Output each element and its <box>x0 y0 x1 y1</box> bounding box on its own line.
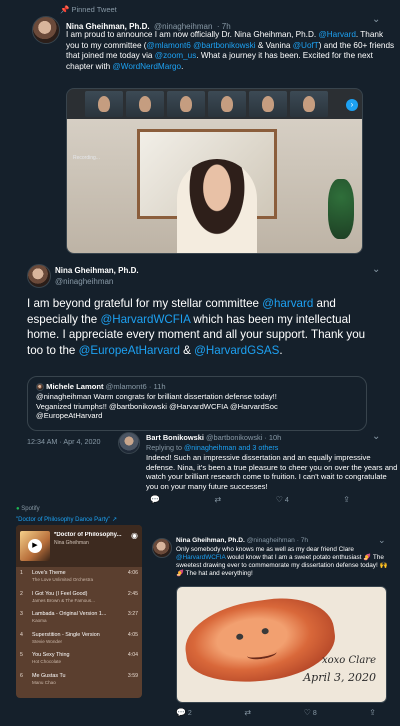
avatar[interactable] <box>152 538 172 558</box>
author-name[interactable]: Nina Gheihman, Ph.D. <box>55 266 139 275</box>
participant-thumb <box>208 91 246 117</box>
tweet-header: Nina Gheihman, Ph.D. @ninagheihman · 7h <box>176 537 308 544</box>
share-icon[interactable]: ⇪ <box>343 495 350 504</box>
quoted-author-name: Michele Lamont <box>46 382 104 391</box>
mention-link[interactable]: @HarvardWCFIA <box>100 313 190 326</box>
mention-link[interactable]: @EuropeAtHarvard <box>79 344 180 357</box>
author-handle[interactable]: @ninagheihman <box>55 277 113 286</box>
reply-count: 2 <box>187 710 192 717</box>
playlist-header: ▶ *Doctor of Philosophy... Nina Gheihman… <box>16 525 142 567</box>
avatar[interactable] <box>32 16 60 44</box>
mention-link[interactable]: @zoom_us <box>155 51 197 60</box>
tweet-timestamp[interactable]: 12:34 AM · Apr 4, 2020 <box>27 437 101 446</box>
drawing-date: April 3, 2020 <box>303 671 376 684</box>
like-button[interactable]: ♡ 4 <box>276 495 289 504</box>
mention-link[interactable]: @harvard <box>262 297 313 310</box>
spotify-icon: ● <box>16 506 20 512</box>
tweet-text: Indeed! Such an impressive dissertation … <box>146 453 398 491</box>
participant-thumb <box>126 91 164 117</box>
video-media[interactable]: › Recording... <box>66 88 363 254</box>
mention-link[interactable]: @WordNerdMargo <box>112 62 181 71</box>
plant-background <box>328 179 354 239</box>
quoted-line: Veganized triumphs!! @bartbonikowski @Ha… <box>36 401 278 411</box>
quoted-tweet[interactable]: Michele Lamont @mlamont6 · 11h @ninaghei… <box>27 376 367 431</box>
participant-thumb <box>85 91 123 117</box>
reply-icon[interactable]: 💬 <box>150 495 160 504</box>
reply-header: Bart Bonikowski @bartbonikowski · 10h <box>146 433 281 442</box>
speaker-person <box>177 159 257 253</box>
spotify-logo-icon: ◉ <box>131 531 138 540</box>
like-count: 4 <box>284 497 289 504</box>
playlist-title: *Doctor of Philosophy... <box>54 532 122 538</box>
replying-to: Replying to @ninagheihman and 3 others <box>146 443 279 452</box>
tweet-actions: 💬 ⇄ ♡ 4 ⇪ <box>150 495 350 504</box>
heart-icon: ♡ <box>303 708 311 717</box>
more-options-icon[interactable]: ⌄ <box>378 535 386 546</box>
mention-link[interactable]: @UofT <box>293 41 319 50</box>
reply-button[interactable]: 💬 2 <box>176 708 192 717</box>
track-row[interactable]: 3 Lambada - Original Version 1... Kaoma 3… <box>16 608 142 629</box>
track-list: 1 Love's Theme The Love Unlimited Orchest… <box>16 567 142 690</box>
play-icon[interactable]: ▶ <box>28 539 42 553</box>
heart-icon: ♡ <box>275 495 283 504</box>
speaker-view: Recording... <box>67 119 362 253</box>
quoted-time: · 11h <box>148 382 166 391</box>
mention-link[interactable]: @HarvardWCFIA <box>176 554 225 561</box>
mention-link[interactable]: @HarvardGSAS <box>194 344 279 357</box>
author-handle[interactable]: @ninagheihman <box>247 537 295 544</box>
author-name[interactable]: Bart Bonikowski <box>146 433 204 442</box>
avatar[interactable] <box>27 264 51 288</box>
pin-icon: 📌 <box>60 5 70 14</box>
retweet-icon[interactable]: ⇄ <box>244 708 251 717</box>
track-row[interactable]: 4 Superstition - Single Version Stevie Wo… <box>16 629 142 650</box>
spotify-card[interactable]: ▶ *Doctor of Philosophy... Nina Gheihman… <box>16 525 142 698</box>
quoted-line: @EuropeAtHarvard <box>36 411 103 421</box>
playlist-owner: Nina Gheihman <box>54 540 89 546</box>
replying-users-link[interactable]: @ninagheihman and 3 others <box>184 443 278 452</box>
like-button[interactable]: ♡ 8 <box>304 708 317 717</box>
participant-thumb <box>290 91 328 117</box>
drawing-smile <box>246 646 278 661</box>
participant-thumb <box>249 91 287 117</box>
drawing-signature: xoxo Clare <box>321 655 376 666</box>
tweet-time[interactable]: · 10h <box>264 433 281 442</box>
more-options-icon[interactable]: ⌄ <box>372 431 380 442</box>
track-row[interactable]: 5 You Sexy Thing Hot Chocolate 4:04 <box>16 649 142 670</box>
drawing-eye <box>235 633 244 641</box>
reply-icon: 💬 <box>176 708 186 717</box>
sweet-potato-drawing[interactable]: xoxo Clare April 3, 2020 <box>176 586 387 703</box>
mention-link[interactable]: @mlamont6 @bartbonikowski <box>147 41 256 50</box>
track-row[interactable]: 6 Me Gustas Tu Manu Chao 3:59 <box>16 670 142 691</box>
playlist-link[interactable]: "Doctor of Philosophy Dance Party" ↗ <box>16 516 117 523</box>
quoted-line: @ninagheihman Warm congrats for brillian… <box>36 391 277 401</box>
author-handle[interactable]: @bartbonikowski <box>206 433 262 442</box>
tweet-text: Only somebody who knows me as well as my… <box>176 546 388 577</box>
tweet-actions: 💬 2 ⇄ ♡ 8 ⇪ <box>176 708 376 717</box>
like-count: 8 <box>312 710 317 717</box>
tweet-time[interactable]: · 7h <box>297 537 308 544</box>
recording-indicator: Recording... <box>73 155 100 161</box>
more-options-icon[interactable]: ⌄ <box>372 264 380 275</box>
participant-thumbnails <box>85 91 328 117</box>
quoted-author-handle: @mlamont6 <box>105 382 147 391</box>
more-options-icon[interactable]: ⌄ <box>372 14 380 25</box>
avatar[interactable] <box>118 432 140 454</box>
avatar <box>36 383 44 391</box>
track-row[interactable]: 1 Love's Theme The Love Unlimited Orchest… <box>16 567 142 588</box>
share-icon[interactable]: ⇪ <box>369 708 376 717</box>
tweet-text: I am proud to announce I am now official… <box>66 30 395 71</box>
track-row[interactable]: 2 I Got You (I Feel Good) James Brown & T… <box>16 588 142 609</box>
pinned-label: 📌 Pinned Tweet <box>60 5 117 14</box>
spotify-source: ● Spotify <box>16 506 40 512</box>
mention-link[interactable]: @Harvard <box>318 30 355 39</box>
participant-thumb <box>167 91 205 117</box>
next-arrow-icon[interactable]: › <box>346 99 358 111</box>
retweet-icon[interactable]: ⇄ <box>215 495 222 504</box>
drawing-eye <box>261 627 270 635</box>
tweet-text: I am beyond grateful for my stellar comm… <box>27 297 366 358</box>
author-name[interactable]: Nina Gheihman, Ph.D. <box>176 537 245 544</box>
